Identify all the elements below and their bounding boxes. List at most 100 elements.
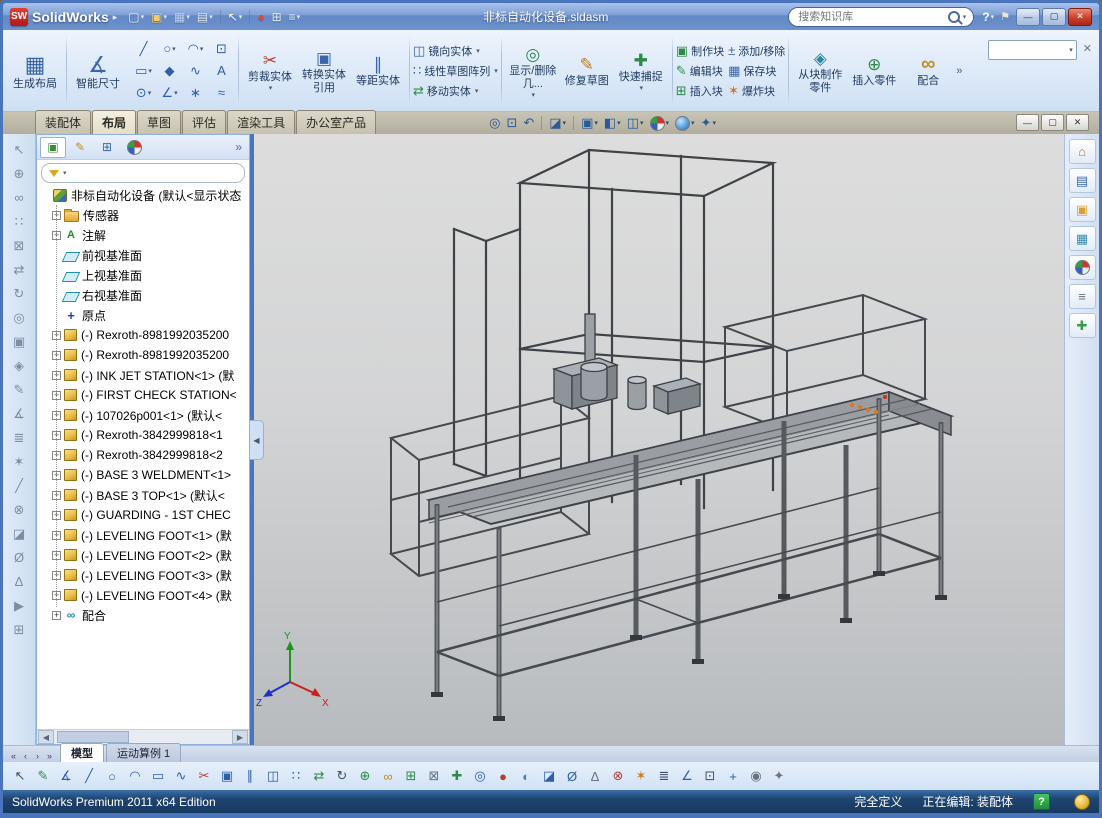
dropdown-arrow-icon[interactable]: ▾: [712, 119, 716, 127]
linear-sketch-pattern-button[interactable]: ∷ 线性草图阵列 ▾: [413, 63, 498, 79]
window-maximize-button[interactable]: ▢: [1042, 7, 1066, 26]
dropdown-arrow-icon[interactable]: ▾: [209, 13, 213, 21]
edit-appearance-button[interactable]: ●: [493, 766, 513, 786]
motion-study-button[interactable]: ▶: [8, 595, 30, 616]
sketch-arc-button[interactable]: ◠ ▾: [183, 38, 208, 59]
tree-filter-box[interactable]: ▾: [41, 163, 245, 183]
mass-properties-button[interactable]: Δ: [8, 571, 30, 592]
origin-visibility-button[interactable]: +: [723, 766, 743, 786]
sketch-tool-button[interactable]: ✎: [8, 379, 30, 400]
mate-button[interactable]: ∞ 配合: [901, 51, 955, 90]
tab-office-products[interactable]: 办公室产品: [296, 110, 377, 134]
dropdown-arrow-icon[interactable]: ▾: [148, 67, 152, 75]
make-block-button[interactable]: ▣ 制作块: [676, 43, 724, 59]
sketch-fillet-button[interactable]: ∠ ▾: [157, 82, 182, 103]
zoom-to-fit-button[interactable]: ⊡: [700, 766, 720, 786]
tree-item-origin[interactable]: 原点: [48, 305, 249, 325]
filter-dropdown-arrow-icon[interactable]: ▾: [63, 169, 67, 177]
assembly-features-button[interactable]: ▣: [8, 331, 30, 352]
graphics-viewport[interactable]: Y X Z: [254, 134, 1064, 745]
tab-render-tools[interactable]: 渲染工具: [227, 110, 296, 134]
offset-entities-button[interactable]: ∥: [240, 766, 260, 786]
sketch-fillet-button[interactable]: ∠: [677, 766, 697, 786]
measure-tool-button[interactable]: Ø: [8, 547, 30, 568]
dropdown-arrow-icon[interactable]: ▾: [594, 119, 598, 127]
make-part-from-block-button[interactable]: ◈ 从块制作零件: [793, 45, 847, 97]
panel-flyout-icon[interactable]: »: [231, 140, 246, 154]
dropdown-arrow-icon[interactable]: ▾: [476, 47, 480, 55]
explode-line-sketch-button[interactable]: ╱: [8, 475, 30, 496]
rotate-view-button[interactable]: ↻: [332, 766, 352, 786]
configuration-combobox[interactable]: ▾: [987, 40, 1077, 60]
dropdown-arrow-icon[interactable]: ▾: [640, 119, 644, 127]
configurationmanager-tab-button[interactable]: ⊞: [94, 137, 120, 158]
dropdown-arrow-icon[interactable]: ▾: [269, 84, 273, 92]
edit-appearance-button[interactable]: ▾: [648, 115, 672, 132]
displaymanager-tab-button[interactable]: [121, 137, 147, 158]
solidworks-resources-button[interactable]: ⌂: [1068, 139, 1096, 164]
search-icon[interactable]: [947, 10, 960, 23]
sketch-ellipse-button[interactable]: ⊙ ▾: [131, 82, 156, 103]
tree-item-mates[interactable]: + 配合: [48, 605, 249, 625]
previous-icon[interactable]: ‹: [20, 751, 31, 761]
hide-show-button[interactable]: ◎: [470, 766, 490, 786]
window-minimize-button[interactable]: —: [1016, 7, 1040, 26]
select-cursor-button[interactable]: ↖ ▾: [225, 7, 246, 27]
smart-fasteners-button[interactable]: ⊠: [424, 766, 444, 786]
quick-snaps-button[interactable]: ✚ 快速捕捉 ▾: [614, 47, 668, 94]
dropdown-arrow-icon[interactable]: ▾: [691, 119, 695, 127]
tree-item-comp-leveling-foot-1[interactable]: + (-) LEVELING FOOT<1> (默: [48, 525, 249, 545]
document-restore-button[interactable]: ▢: [1041, 114, 1064, 131]
trim-entities-button[interactable]: ✂ 剪裁实体 ▾: [243, 47, 297, 94]
explode-block-button[interactable]: ✶ 爆炸块: [728, 83, 785, 99]
close-ribbon-icon[interactable]: ✕: [1083, 42, 1092, 55]
hide-show-items-button[interactable]: ◫ ▾: [625, 114, 646, 132]
sketch-line-button[interactable]: ╱: [131, 38, 156, 59]
view-palette-button[interactable]: ▦: [1068, 226, 1096, 251]
tree-item-top-plane[interactable]: 上视基准面: [48, 265, 249, 285]
tree-item-comp-leveling-foot-3[interactable]: + (-) LEVELING FOOT<3> (默: [48, 565, 249, 585]
scroll-left-icon[interactable]: ◀: [38, 730, 54, 744]
next-icon[interactable]: ›: [32, 751, 43, 761]
dropdown-arrow-icon[interactable]: ▾: [239, 13, 243, 21]
tree-item-comp-firstcheck[interactable]: + (-) FIRST CHECK STATION<: [48, 385, 249, 405]
dropdown-arrow-icon[interactable]: ▾: [532, 91, 536, 99]
tree-item-sensors-folder[interactable]: + 传感器: [48, 205, 249, 225]
select-button[interactable]: ↖: [10, 766, 30, 786]
options-settings-button[interactable]: ✦: [769, 766, 789, 786]
create-layout-button[interactable]: ▦ 生成布局: [8, 49, 62, 93]
tree-item-root[interactable]: 非标自动化设备 (默认<显示状态: [37, 185, 249, 205]
rebuild-button[interactable]: ●: [254, 7, 267, 27]
display-delete-relations-button[interactable]: ◎ 显示/删除几... ▾: [506, 41, 560, 101]
camera-views-button[interactable]: ◉: [746, 766, 766, 786]
exploded-view-button[interactable]: ✶: [8, 451, 30, 472]
save-document-button[interactable]: ▦ ▾: [171, 7, 193, 27]
dropdown-arrow-icon[interactable]: ▾: [148, 89, 152, 97]
interference-detection-button[interactable]: ⊗: [608, 766, 628, 786]
tree-item-comp-base3-top[interactable]: + (-) BASE 3 TOP<1> (默认<: [48, 485, 249, 505]
dropdown-arrow-icon[interactable]: ▾: [200, 45, 204, 53]
smart-dimension-tool-button[interactable]: ∡: [8, 403, 30, 424]
select-tool-button[interactable]: ↖: [8, 139, 30, 160]
mate-button[interactable]: ∞: [378, 766, 398, 786]
expander-icon[interactable]: +: [52, 610, 61, 620]
tree-item-comp-rexroth-3842-1[interactable]: + (-) Rexroth-3842999818<1: [48, 425, 249, 445]
rectangle-button[interactable]: ▭: [148, 766, 168, 786]
view-settings-button[interactable]: ✦ ▾: [699, 114, 718, 132]
smart-dimension-button[interactable]: ∡: [56, 766, 76, 786]
insert-components-button[interactable]: ⊕: [8, 163, 30, 184]
pin-menu-icon[interactable]: ⚑: [1000, 10, 1010, 23]
menu-expand-arrow-icon[interactable]: ▸: [113, 12, 118, 23]
quick-tip-icon[interactable]: [1074, 793, 1090, 810]
appearances-scenes-button[interactable]: [1068, 255, 1096, 280]
help-menu-button[interactable]: ? ▾: [982, 10, 994, 24]
zoom-area-button[interactable]: ⊡: [504, 114, 519, 132]
trim-entities-button[interactable]: ✂: [194, 766, 214, 786]
interference-detection-button[interactable]: ⊗: [8, 499, 30, 520]
file-properties-button[interactable]: ⊞: [269, 7, 285, 27]
panel-collapse-handle[interactable]: ◀: [250, 420, 264, 460]
tab-assembly[interactable]: 装配体: [35, 110, 92, 134]
open-document-button[interactable]: ▣ ▾: [148, 7, 170, 27]
featuremanager-tab-button[interactable]: ▣: [40, 136, 66, 158]
convert-entities-button[interactable]: ▣ 转换实体引用: [297, 45, 351, 97]
